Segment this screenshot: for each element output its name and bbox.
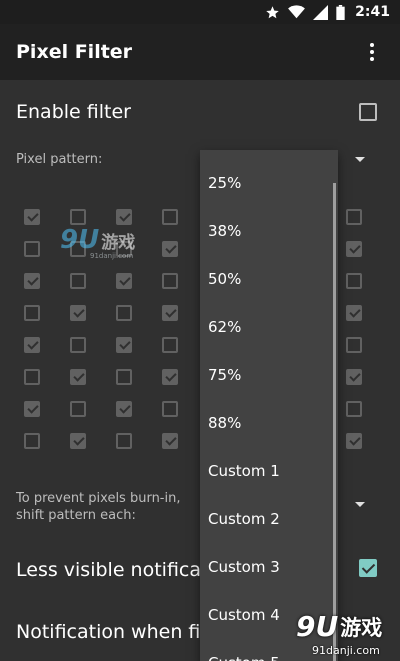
- pattern-cell-checkbox[interactable]: [70, 401, 86, 417]
- dropdown-option[interactable]: 88%: [200, 399, 338, 447]
- watermark-sub-text: 91danji.com: [90, 252, 134, 260]
- app-bar: Pixel Filter: [0, 24, 400, 80]
- dropdown-option[interactable]: Custom 3: [200, 543, 338, 591]
- pattern-cell-checkbox[interactable]: [346, 401, 362, 417]
- pixel-pattern-dropdown-menu: 25% 38% 50% 62% 75% 88% Custom 1 Custom 2 Custom…: [200, 150, 338, 661]
- dropdown-option[interactable]: 75%: [200, 351, 338, 399]
- pattern-cell-checkbox[interactable]: [116, 305, 132, 321]
- watermark-logo: 9U 游戏 91danji.com: [60, 225, 136, 260]
- status-time: 2:41: [355, 4, 390, 20]
- watermark-logo-text: 游戏: [101, 232, 136, 253]
- signal-icon: [313, 4, 329, 20]
- status-icons: 2:41: [265, 2, 390, 22]
- pattern-cell-checkbox[interactable]: [24, 337, 40, 353]
- pattern-cell-checkbox[interactable]: [70, 305, 86, 321]
- pattern-cell-checkbox[interactable]: [116, 401, 132, 417]
- pattern-cell-checkbox[interactable]: [346, 209, 362, 225]
- pattern-cell-checkbox[interactable]: [116, 209, 132, 225]
- dropdown-option[interactable]: Custom 1: [200, 447, 338, 495]
- pattern-cell-checkbox[interactable]: [346, 305, 362, 321]
- pattern-cell-checkbox[interactable]: [116, 337, 132, 353]
- pattern-cell-checkbox[interactable]: [24, 369, 40, 385]
- pattern-cell-checkbox[interactable]: [70, 433, 86, 449]
- pattern-cell-checkbox[interactable]: [346, 337, 362, 353]
- battery-icon: [336, 4, 345, 20]
- pixel-pattern-dropdown-arrow-icon[interactable]: [355, 157, 365, 162]
- dropdown-option[interactable]: Custom 2: [200, 495, 338, 543]
- watermark-logo-mark: 9U: [60, 225, 100, 255]
- pattern-cell-checkbox[interactable]: [162, 305, 178, 321]
- shift-pattern-label-line1: To prevent pixels burn-in,: [16, 491, 181, 506]
- pattern-cell-checkbox[interactable]: [116, 369, 132, 385]
- dropdown-scrollbar[interactable]: [333, 183, 336, 661]
- notification-when-filter-label: Notification when filt: [16, 621, 214, 643]
- shift-pattern-label-line2: shift pattern each:: [16, 508, 136, 523]
- dropdown-option[interactable]: 38%: [200, 207, 338, 255]
- more-vert-icon[interactable]: [352, 32, 392, 72]
- pattern-cell-checkbox[interactable]: [24, 433, 40, 449]
- watermark-corner-text: 游戏: [340, 615, 383, 640]
- pattern-cell-checkbox[interactable]: [70, 337, 86, 353]
- dropdown-option[interactable]: 62%: [200, 303, 338, 351]
- pattern-cell-checkbox[interactable]: [70, 273, 86, 289]
- watermark-corner-url: 91danji.com: [312, 644, 380, 657]
- pattern-cell-checkbox[interactable]: [346, 369, 362, 385]
- less-visible-notification-checkbox[interactable]: [359, 559, 377, 577]
- pattern-cell-checkbox[interactable]: [162, 401, 178, 417]
- pattern-cell-checkbox[interactable]: [162, 209, 178, 225]
- pattern-cell-checkbox[interactable]: [70, 209, 86, 225]
- pixel-pattern-label: Pixel pattern:: [16, 152, 103, 167]
- pattern-cell-checkbox[interactable]: [24, 241, 40, 257]
- pattern-cell-checkbox[interactable]: [70, 369, 86, 385]
- dropdown-option[interactable]: 25%: [200, 159, 338, 207]
- pattern-cell-checkbox[interactable]: [24, 305, 40, 321]
- less-visible-notification-label: Less visible notificati: [16, 559, 214, 581]
- pattern-cell-checkbox[interactable]: [24, 209, 40, 225]
- shift-pattern-label: To prevent pixels burn-in, shift pattern…: [16, 490, 180, 524]
- pattern-cell-checkbox[interactable]: [116, 273, 132, 289]
- pattern-cell-checkbox[interactable]: [162, 369, 178, 385]
- pattern-cell-checkbox[interactable]: [346, 241, 362, 257]
- app-title: Pixel Filter: [16, 41, 133, 63]
- shift-pattern-dropdown-arrow-icon[interactable]: [355, 502, 365, 507]
- enable-filter-label: Enable filter: [16, 101, 131, 123]
- pattern-cell-checkbox[interactable]: [346, 433, 362, 449]
- watermark-corner: 9U 游戏 91danji.com: [282, 604, 400, 661]
- dropdown-option[interactable]: 50%: [200, 255, 338, 303]
- pattern-cell-checkbox[interactable]: [162, 433, 178, 449]
- pattern-cell-checkbox[interactable]: [24, 273, 40, 289]
- pattern-cell-checkbox[interactable]: [162, 273, 178, 289]
- pattern-cell-checkbox[interactable]: [162, 337, 178, 353]
- pattern-cell-checkbox[interactable]: [346, 273, 362, 289]
- watermark-corner-mark: 9U: [296, 610, 339, 643]
- wifi-icon: [288, 5, 306, 19]
- pattern-cell-checkbox[interactable]: [24, 401, 40, 417]
- pattern-cell-checkbox[interactable]: [162, 241, 178, 257]
- star-icon: [265, 5, 280, 20]
- status-bar: 2:41: [0, 0, 400, 24]
- pattern-cell-checkbox[interactable]: [116, 433, 132, 449]
- enable-filter-checkbox[interactable]: [359, 103, 377, 121]
